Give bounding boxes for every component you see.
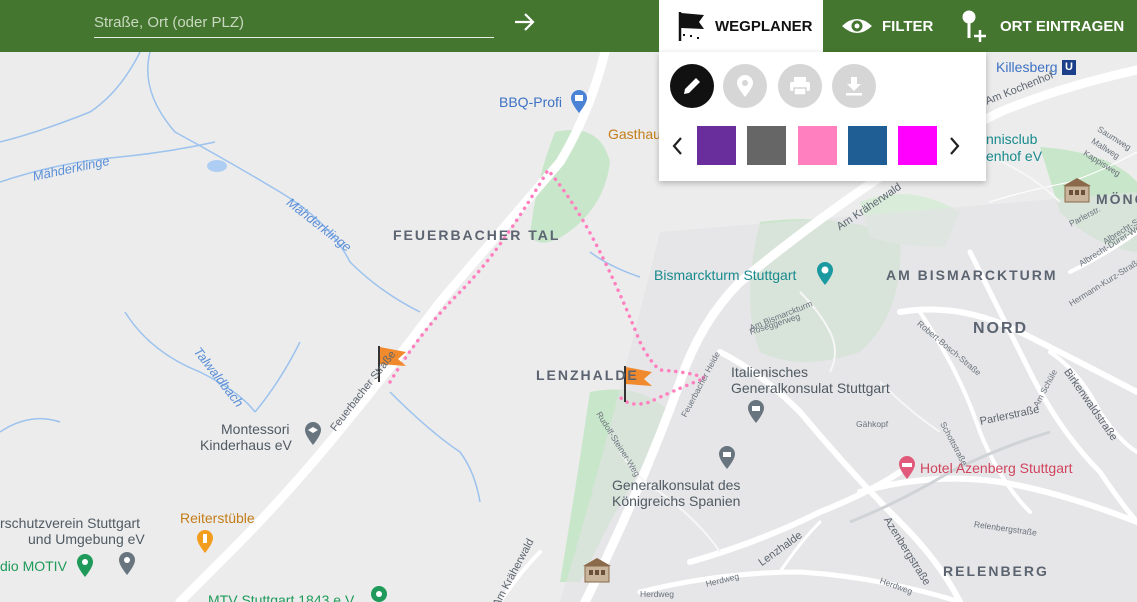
color-swatch[interactable] (798, 126, 837, 165)
poi-label: Königreichs Spanien (612, 493, 741, 509)
subway-badge: U (1062, 60, 1076, 75)
tab-ort-eintragen[interactable]: ORT EINTRAGEN (958, 0, 1124, 52)
poi-label: Reiterstüble (180, 510, 255, 526)
colors-next-button[interactable] (945, 132, 965, 160)
poi-label: MTV Stuttgart 1843 e.V. (208, 592, 357, 602)
tab-label: ORT EINTRAGEN (1000, 17, 1125, 35)
shopping-pin-icon[interactable] (568, 88, 590, 114)
app: FEUERBACHER TAL AM BISMARCKTURM NORD LEN… (0, 0, 1137, 602)
street-label: Gähkopf (856, 419, 889, 429)
poi-label: Generalkonsulat Stuttgart (731, 380, 890, 396)
poi-label: BBQ-Profi (499, 94, 563, 110)
poi-label: Bismarckturm Stuttgart (654, 267, 797, 283)
poi-label: Gasthau (608, 126, 661, 142)
studio-pin-icon[interactable] (74, 552, 96, 578)
edit-tool-button[interactable] (670, 64, 714, 108)
color-swatch[interactable] (898, 126, 937, 165)
print-tool-button[interactable] (778, 64, 822, 108)
search-submit-button[interactable] (510, 10, 540, 36)
district-label: MÖNC (1096, 191, 1137, 207)
pencil-icon (684, 78, 700, 94)
building-icon[interactable] (580, 556, 614, 584)
top-bar: WEGPLANER FILTER ORT EINTRAGEN (0, 0, 1137, 52)
color-swatch[interactable] (747, 126, 786, 165)
search-input[interactable] (94, 8, 494, 36)
hotel-pin-icon[interactable] (896, 454, 918, 480)
eye-icon (840, 16, 874, 36)
poi-label: Kinderhaus eV (200, 437, 292, 453)
flag-icon (677, 9, 707, 43)
arrow-right-icon (515, 12, 535, 31)
poi-label: Italienisches (731, 364, 809, 380)
poi-label: rschutzverein Stuttgart (0, 515, 141, 531)
chevron-left-icon (672, 137, 682, 155)
location-pin-icon[interactable] (116, 550, 138, 576)
search-box[interactable] (94, 8, 494, 38)
embassy-pin-icon[interactable] (745, 398, 767, 424)
poi-label: enhof eV (986, 148, 1043, 164)
color-swatch[interactable] (848, 126, 887, 165)
pin-tool-button[interactable] (723, 64, 767, 108)
poi-label: Hotel Azenberg Stuttgart (920, 460, 1073, 476)
building-icon[interactable] (1060, 176, 1094, 204)
printer-icon (790, 77, 810, 96)
restaurant-pin-icon[interactable] (194, 528, 216, 554)
download-icon (846, 77, 862, 96)
poi-label: und Umgebung eV (28, 531, 145, 547)
poi-label: Generalkonsulat des (612, 477, 741, 493)
pond (207, 160, 227, 172)
sports-pin-icon[interactable] (368, 584, 390, 602)
district-label: FEUERBACHER TAL (393, 227, 561, 243)
colors-prev-button[interactable] (667, 132, 687, 160)
tab-label: FILTER (882, 17, 934, 35)
color-swatch[interactable] (697, 126, 736, 165)
street-label: Herdweg (640, 589, 675, 599)
district-label: NORD (973, 320, 1029, 337)
tab-label: WEGPLANER (715, 17, 813, 35)
tab-filter[interactable]: FILTER (838, 0, 933, 52)
poi-label: nnisclub (986, 131, 1038, 147)
chevron-right-icon (950, 137, 960, 155)
poi-label: Montessori (221, 421, 290, 437)
district-label: RELENBERG (943, 563, 1049, 579)
school-pin-icon[interactable] (302, 420, 324, 446)
wegplaner-panel (659, 52, 986, 181)
district-label: AM BISMARCKTURM (886, 267, 1058, 283)
district-label: LENZHALDE (536, 367, 639, 383)
landmark-pin-icon[interactable] (814, 260, 836, 286)
download-tool-button[interactable] (832, 64, 876, 108)
location-pin-icon (737, 75, 753, 97)
embassy-pin-icon[interactable] (716, 444, 738, 470)
tab-wegplaner[interactable]: WEGPLANER (659, 0, 823, 52)
add-location-icon (958, 8, 992, 44)
poi-label: dio MOTIV (0, 558, 67, 574)
